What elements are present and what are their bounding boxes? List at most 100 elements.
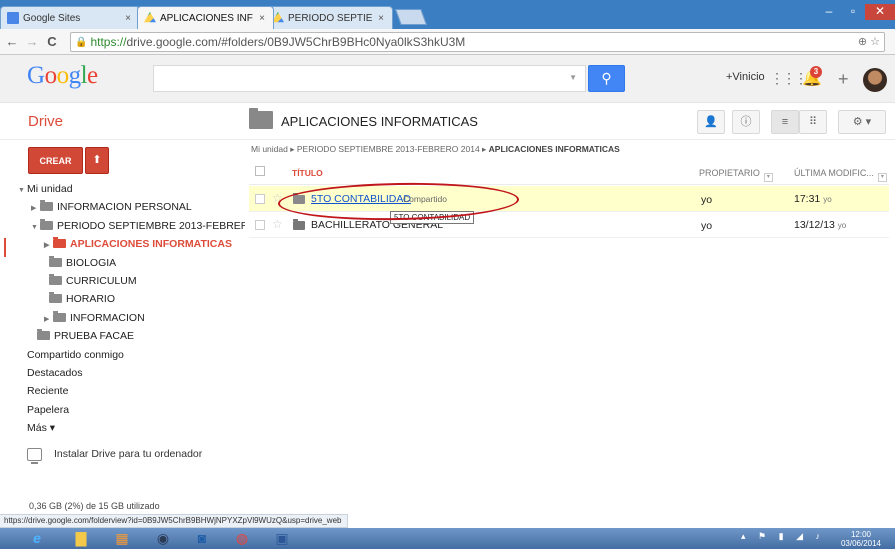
clock[interactable]: 12:00 03/06/2014 bbox=[831, 530, 891, 548]
share-plus-icon[interactable]: + bbox=[838, 69, 849, 90]
sidebar-item[interactable]: CURRICULUM bbox=[0, 272, 245, 290]
sidebar-item-label: Papelera bbox=[27, 403, 70, 416]
folder-icon bbox=[293, 219, 305, 230]
tab-label: PERIODO SEPTIEMBRE 201 bbox=[288, 12, 373, 24]
folder-icon bbox=[37, 329, 50, 341]
storage-usage: 0,36 GB (2%) de 15 GB utilizado bbox=[29, 501, 160, 511]
sort-dropdown-icon[interactable]: ▾ bbox=[877, 173, 887, 182]
drive-title[interactable]: Drive bbox=[28, 113, 63, 130]
new-tab-button[interactable] bbox=[395, 9, 427, 25]
internet-explorer-icon[interactable]: e bbox=[22, 529, 52, 548]
sidebar-item[interactable]: Papelera bbox=[0, 401, 245, 419]
sort-dropdown-icon[interactable]: ▾ bbox=[763, 173, 773, 182]
search-options-dropdown-icon[interactable]: ▼ bbox=[569, 73, 577, 82]
column-header-owner[interactable]: PROPIETARIO ▾ bbox=[699, 168, 773, 182]
chrome-icon[interactable]: ◍ bbox=[227, 529, 257, 548]
sidebar-item[interactable]: Más ▾ bbox=[0, 419, 245, 437]
search-button[interactable]: ⚲ bbox=[588, 65, 625, 92]
select-all-checkbox[interactable] bbox=[255, 166, 265, 176]
column-header-title[interactable]: TÍTULO bbox=[292, 168, 323, 178]
expand-down-icon[interactable]: ▼ bbox=[31, 219, 40, 235]
owner-cell: yo bbox=[701, 220, 713, 232]
sidebar-item[interactable]: HORARIO bbox=[0, 290, 245, 308]
file-explorer-icon[interactable]: ▇ bbox=[66, 529, 96, 548]
folder-icon bbox=[49, 255, 62, 267]
media-player-icon[interactable]: ◉ bbox=[148, 529, 178, 548]
avatar[interactable] bbox=[863, 68, 887, 92]
sidebar-item[interactable]: ▶ INFORMACION bbox=[0, 309, 245, 327]
sidebar-item-label: PRUEBA FACAE bbox=[54, 330, 134, 343]
folder-icon bbox=[53, 237, 66, 249]
share-add-person-button[interactable]: 👤 bbox=[697, 110, 725, 134]
breadcrumb-periodo[interactable]: PERIODO SEPTIEMBRE 2013-FEBRERO 2014 bbox=[297, 144, 480, 154]
sidebar-item[interactable]: ▼ PERIODO SEPTIEMBRE 2013-FEBRERO 20 bbox=[0, 217, 245, 235]
zoom-bookmark-icons[interactable]: ⊕ ☆ bbox=[858, 35, 880, 48]
list-view-button[interactable]: ≡ bbox=[771, 110, 799, 134]
folder-icon bbox=[49, 292, 62, 304]
lock-icon: 🔒 bbox=[75, 36, 88, 48]
back-icon[interactable]: ← bbox=[4, 34, 20, 49]
list-view-icon: ≡ bbox=[781, 116, 789, 128]
settings-button[interactable]: ⚙ ▾ bbox=[838, 110, 886, 134]
grid-view-button[interactable]: ⠿ bbox=[799, 110, 827, 134]
gear-icon: ⚙ ▾ bbox=[852, 116, 872, 128]
expand-right-icon[interactable]: ▶ bbox=[44, 311, 53, 327]
breadcrumb-mi-unidad[interactable]: Mi unidad bbox=[251, 144, 288, 154]
row-checkbox[interactable] bbox=[255, 194, 265, 204]
install-drive-label: Instalar Drive para tu ordenador bbox=[54, 448, 203, 460]
status-bar-url: https://drive.google.com/folderview?id=0… bbox=[0, 514, 349, 528]
expand-right-icon[interactable]: ▶ bbox=[31, 200, 40, 216]
details-button[interactable]: ⓘ bbox=[732, 110, 760, 134]
app-o-icon[interactable]: ◙ bbox=[187, 529, 217, 548]
notification-count-badge: 3 bbox=[810, 66, 822, 78]
close-tab-icon[interactable]: × bbox=[125, 13, 131, 24]
sidebar-item[interactable]: Destacados bbox=[0, 364, 245, 382]
star-icon[interactable]: ☆ bbox=[272, 217, 283, 231]
sidebar-item[interactable]: ▶ APLICACIONES INFORMATICAS bbox=[0, 235, 245, 253]
search-input[interactable]: ▼ bbox=[153, 65, 586, 92]
expand-down-icon[interactable]: ▼ bbox=[18, 182, 27, 198]
sidebar-item-label: INFORMACION bbox=[70, 311, 145, 324]
address-bar[interactable]: 🔒 https://drive.google.com/#folders/0B9J… bbox=[70, 32, 885, 52]
tab-periodo[interactable]: PERIODO SEPTIEMBRE 201 × bbox=[265, 6, 393, 29]
sidebar-item[interactable]: Reciente bbox=[0, 382, 245, 400]
google-plus-user-link[interactable]: +Vinicio bbox=[726, 71, 765, 83]
browser-toolbar: ← → C 🔒 https://drive.google.com/#folder… bbox=[0, 29, 895, 55]
create-button[interactable]: CREAR bbox=[28, 147, 83, 174]
media-app-icon[interactable]: ▦ bbox=[107, 529, 137, 548]
upload-button[interactable]: ⬆ bbox=[85, 147, 109, 174]
column-header-modified[interactable]: ÚLTIMA MODIFIC... ▾ bbox=[794, 168, 887, 182]
google-logo[interactable]: Google bbox=[27, 62, 98, 90]
sidebar-item[interactable]: BIOLOGIA bbox=[0, 254, 245, 272]
monitor-download-icon bbox=[27, 448, 42, 464]
breadcrumb: Mi unidad ▸ PERIODO SEPTIEMBRE 2013-FEBR… bbox=[251, 144, 620, 154]
forward-icon[interactable]: → bbox=[24, 34, 40, 49]
clock-time: 12:00 bbox=[850, 530, 872, 539]
tab-google-sites[interactable]: Google Sites × bbox=[0, 6, 140, 29]
owner-cell: yo bbox=[701, 194, 713, 206]
minimize-icon[interactable]: – bbox=[817, 4, 841, 20]
apps-grid-icon[interactable]: ⋮⋮⋮ bbox=[770, 70, 808, 87]
sidebar-item[interactable]: PRUEBA FACAE bbox=[0, 327, 245, 345]
modified-by: yo bbox=[823, 195, 832, 204]
sidebar-item[interactable]: Compartido conmigo bbox=[0, 346, 245, 364]
system-tray-icons[interactable]: ▴ ⚑ ▮ ◢ ♪ bbox=[741, 531, 825, 542]
row-checkbox[interactable] bbox=[255, 220, 265, 230]
sidebar-nav: ▼ Mi unidad ▶ INFORMACION PERSONAL ▼ PERIODO … bbox=[0, 180, 245, 437]
tab-aplicaciones[interactable]: APLICACIONES INFORMA × bbox=[137, 6, 274, 29]
google-header: Google ▼ ⚲ +Vinicio ⋮⋮⋮ 🔔 3 + bbox=[0, 55, 895, 103]
maximize-icon[interactable]: ▫ bbox=[841, 4, 865, 20]
close-tab-icon[interactable]: × bbox=[259, 13, 265, 24]
sidebar-item-label: CURRICULUM bbox=[66, 274, 137, 287]
reload-icon[interactable]: C bbox=[44, 34, 60, 49]
word-icon[interactable]: ▣ bbox=[267, 529, 297, 548]
close-tab-icon[interactable]: × bbox=[378, 13, 384, 24]
notifications-bell-icon[interactable]: 🔔 3 bbox=[802, 66, 822, 88]
close-window-icon[interactable]: ✕ bbox=[865, 4, 895, 20]
search-icon: ⚲ bbox=[601, 70, 612, 86]
tab-label: APLICACIONES INFORMA bbox=[160, 12, 253, 24]
sidebar-item[interactable]: ▼ Mi unidad bbox=[0, 180, 245, 198]
sidebar-item[interactable]: ▶ INFORMACION PERSONAL bbox=[0, 198, 245, 216]
current-folder-title: APLICACIONES INFORMATICAS bbox=[281, 114, 478, 129]
expand-right-icon[interactable]: ▶ bbox=[44, 237, 53, 253]
